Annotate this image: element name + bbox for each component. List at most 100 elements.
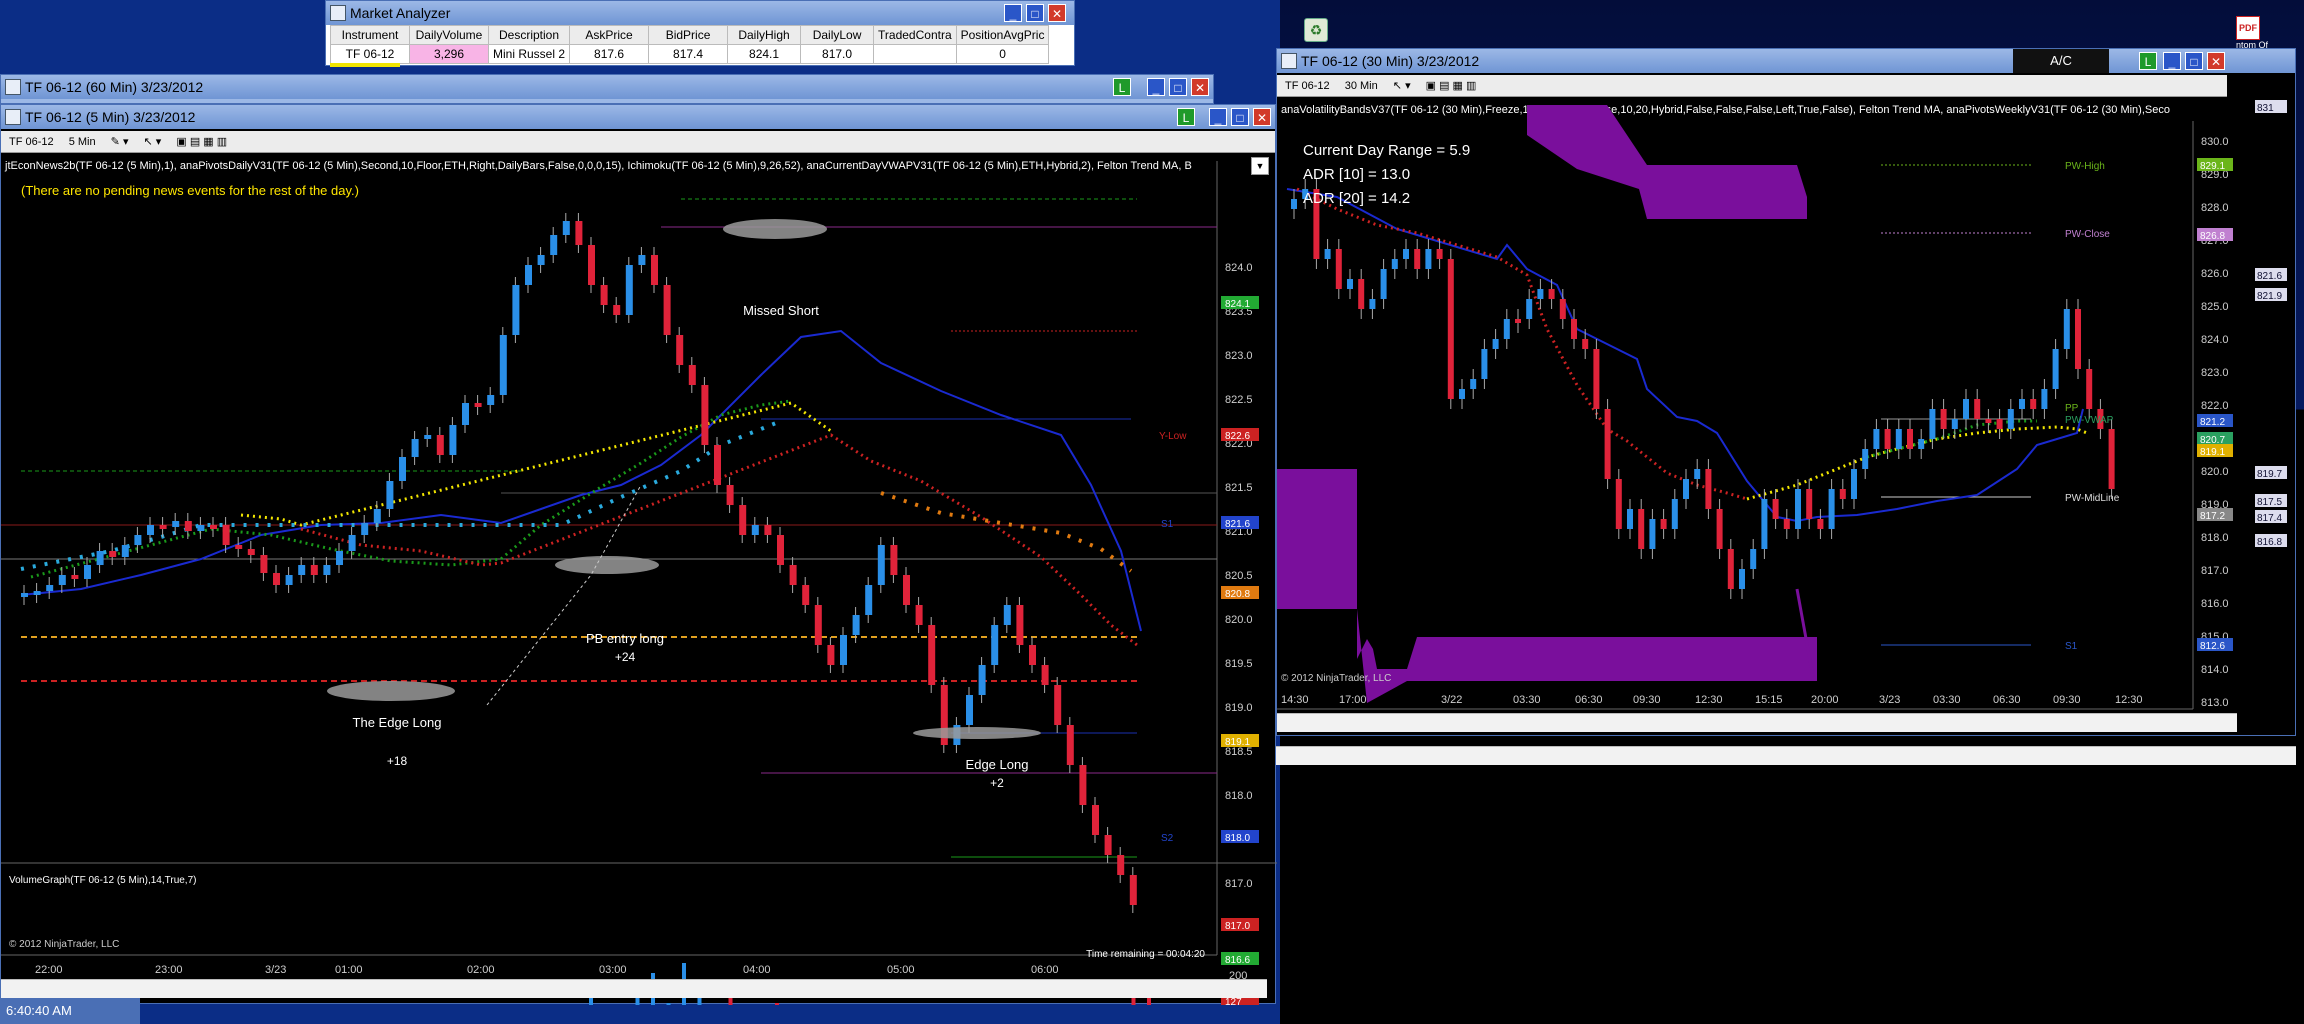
candle: [1929, 409, 1936, 439]
candle: [399, 457, 406, 481]
price-chart-5min[interactable]: Missed Short PB entry long +24 The Edge …: [1, 105, 1277, 1005]
cell-instrument[interactable]: TF 06-12: [330, 44, 410, 64]
price-tick: 819.0: [1225, 702, 1253, 714]
pw-vwap-label: PW-VWAP: [2065, 415, 2114, 426]
volume-indicator-label: VolumeGraph(TF 06-12 (5 Min),14,True,7): [9, 875, 196, 886]
candle: [1593, 349, 1600, 409]
price-tag-label: 824.1: [1225, 299, 1250, 310]
candle: [1895, 429, 1902, 449]
lower-volatility-band: [1277, 469, 1817, 703]
candle: [134, 535, 142, 545]
selection-strip: [330, 63, 400, 67]
candle: [1828, 489, 1835, 529]
horizontal-scrollbar[interactable]: [1277, 713, 2237, 732]
trend-dots-red: [1296, 187, 1748, 501]
market-analyzer-grid: Instrument DailyVolume Description AskPr…: [330, 25, 1050, 64]
header-daily-high[interactable]: DailyHigh: [727, 25, 802, 45]
market-analyzer-titlebar[interactable]: Market Analyzer _ □ ✕: [326, 1, 1074, 25]
candle: [1324, 249, 1331, 259]
cell-position-avg-price[interactable]: 0: [955, 44, 1050, 64]
cell-description[interactable]: Mini Russel 2: [487, 44, 571, 64]
candle: [1347, 279, 1353, 289]
candle: [1851, 469, 1857, 499]
minimize-button[interactable]: _: [1004, 4, 1022, 22]
pw-midline-label: PW-MidLine: [2065, 493, 2120, 504]
candle: [449, 425, 457, 455]
cell-daily-low[interactable]: 817.0: [800, 44, 875, 64]
price-tag-label: 812.6: [2200, 641, 2225, 652]
candle: [512, 285, 520, 335]
candle: [323, 565, 331, 575]
header-instrument[interactable]: Instrument: [330, 25, 410, 45]
close-button[interactable]: ✕: [1191, 78, 1209, 96]
price-tag-label: 822.6: [1225, 431, 1250, 442]
header-bid-price[interactable]: BidPrice: [648, 25, 729, 45]
pw-close-label: PW-Close: [2065, 229, 2110, 240]
candle: [1041, 665, 1049, 685]
table-row[interactable]: TF 06-12 3,296 Mini Russel 2 817.6 817.4…: [330, 44, 1050, 64]
candle: [1425, 249, 1432, 269]
header-daily-low[interactable]: DailyLow: [800, 25, 875, 45]
header-daily-volume[interactable]: DailyVolume: [409, 25, 489, 45]
candle: [109, 551, 117, 557]
header-ask-price[interactable]: AskPrice: [569, 25, 650, 45]
cell-daily-volume[interactable]: 3,296: [409, 44, 489, 64]
time-tick: 06:30: [1993, 694, 2021, 706]
trend-dots-green: [30, 399, 792, 579]
horizontal-scrollbar-outer[interactable]: [1276, 746, 2296, 765]
price-tag-label: 819.1: [2200, 447, 2225, 458]
price-chart-30min[interactable]: Current Day Range = 5.9 ADR [10] = 13.0 …: [1277, 49, 2297, 737]
horizontal-scrollbar[interactable]: [1, 979, 1267, 998]
candle: [487, 395, 495, 405]
candle: [386, 481, 394, 509]
price-tick: 814.0: [2201, 664, 2229, 676]
price-tag-label: 820.8: [1225, 589, 1250, 600]
cell-bid-price[interactable]: 817.4: [648, 44, 729, 64]
cell-daily-high[interactable]: 824.1: [727, 44, 802, 64]
header-description[interactable]: Description: [487, 25, 571, 45]
candle: [1079, 765, 1087, 805]
candle: [1526, 299, 1533, 319]
candle: [1582, 339, 1589, 349]
candle: [1683, 479, 1689, 499]
header-traded-contracts[interactable]: TradedContra: [873, 25, 957, 45]
header-position-avg-price[interactable]: PositionAvgPric: [955, 25, 1050, 45]
maximize-button[interactable]: □: [1026, 4, 1044, 22]
time-tick: 17:00: [1339, 694, 1367, 706]
candle: [2019, 399, 2025, 409]
candle: [1761, 499, 1768, 549]
current-day-range: Current Day Range = 5.9: [1303, 142, 1470, 159]
recycle-icon[interactable]: ♻: [1304, 18, 1328, 42]
candle: [361, 523, 369, 535]
price-tick: 830.0: [2201, 136, 2229, 148]
price-tick: 821.5: [1225, 482, 1253, 494]
missed-short-ellipse: [723, 219, 827, 239]
candle: [373, 509, 381, 523]
candle: [1627, 509, 1633, 529]
candle: [840, 635, 847, 665]
time-tick: 3/22: [1441, 694, 1462, 706]
time-axis-5min: 22:00 23:00 3/23 01:00 02:00 03:00 04:00 05:00 0…: [35, 964, 1059, 976]
cell-ask-price[interactable]: 817.6: [569, 44, 650, 64]
candle: [222, 525, 230, 545]
time-tick: 05:00: [887, 964, 915, 976]
candle: [285, 575, 293, 585]
volume-bar: [775, 1003, 779, 1005]
price-tick: 824.0: [2201, 334, 2229, 346]
maximize-button[interactable]: □: [1169, 78, 1187, 96]
time-tick: 12:30: [1695, 694, 1723, 706]
close-button[interactable]: ✕: [1048, 4, 1066, 22]
candle: [58, 575, 66, 585]
link-button[interactable]: L: [1113, 78, 1131, 96]
copyright-text: © 2012 NinjaTrader, LLC: [1281, 673, 1391, 684]
time-tick: 3/23: [1879, 694, 1900, 706]
cell-traded-contracts[interactable]: [873, 44, 957, 64]
candle: [298, 565, 306, 575]
candle: [1951, 419, 1958, 429]
candle: [1839, 489, 1846, 499]
minimize-button[interactable]: _: [1147, 78, 1165, 96]
candle: [247, 549, 255, 555]
price-tick: 818.0: [1225, 790, 1253, 802]
candle: [1739, 569, 1745, 589]
chart-60min-titlebar[interactable]: TF 06-12 (60 Min) 3/23/2012 L _ □ ✕: [1, 75, 1213, 99]
